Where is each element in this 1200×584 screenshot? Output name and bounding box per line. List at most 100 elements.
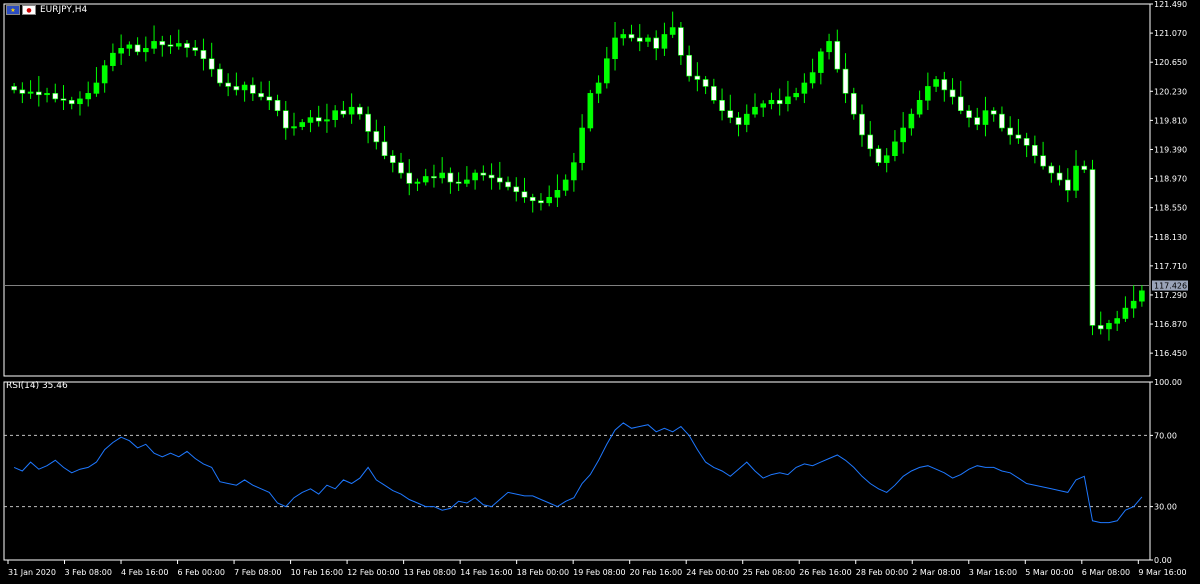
- candle-body: [966, 110, 972, 118]
- candle-body: [1040, 155, 1046, 167]
- candle-body: [892, 141, 898, 157]
- candle-body: [282, 110, 289, 129]
- candle-body: [68, 99, 75, 105]
- candle-body: [505, 181, 511, 188]
- candle-body: [612, 37, 618, 60]
- rsi-frame: [3, 381, 1151, 561]
- candle-body: [365, 113, 371, 132]
- candle-body: [900, 127, 906, 143]
- candle-body: [702, 79, 709, 87]
- price-tick-label: 118.970: [1154, 175, 1187, 184]
- candle-body: [776, 99, 783, 105]
- candle-body: [274, 99, 281, 111]
- x-tick-label: 4 Feb 16:00: [121, 568, 168, 577]
- candle-body: [348, 106, 355, 115]
- candle-body: [579, 127, 585, 163]
- candle-body: [957, 96, 964, 111]
- candle-body: [686, 54, 692, 77]
- price-tick-label: 116.450: [1154, 349, 1187, 358]
- candle-body: [546, 196, 552, 204]
- candle-body: [801, 82, 808, 94]
- symbol-title: EURJPY,H4: [40, 5, 88, 15]
- candle-body: [645, 37, 651, 42]
- candle-body: [521, 191, 528, 198]
- candle-body: [694, 75, 701, 80]
- x-tick-label: 13 Feb 08:00: [404, 568, 456, 577]
- candle-body: [587, 93, 594, 129]
- candle-body: [628, 34, 635, 39]
- x-tick-label: 18 Feb 00:00: [517, 568, 569, 577]
- candle-body: [19, 89, 26, 94]
- x-tick-label: 2 Mar 08:00: [912, 568, 960, 577]
- candle-body: [513, 186, 520, 193]
- candle-body: [1015, 134, 1022, 139]
- candle-body: [431, 176, 437, 179]
- candle-body: [299, 122, 306, 127]
- candle-body: [291, 126, 297, 129]
- candle-body: [1106, 323, 1112, 330]
- candle-body: [27, 91, 34, 94]
- candle-body: [785, 96, 791, 105]
- candle-body: [472, 172, 478, 181]
- candle-body: [562, 179, 569, 191]
- candle-body: [406, 172, 413, 184]
- candle-body: [192, 47, 199, 51]
- candle-body: [85, 93, 92, 100]
- candle-body: [1081, 165, 1088, 170]
- candle-body: [1139, 290, 1145, 302]
- candle-body: [941, 79, 948, 91]
- price-tick-label: 117.290: [1154, 291, 1187, 300]
- candle-body: [538, 200, 544, 204]
- current-price-label: 117.426: [1154, 282, 1187, 291]
- candle-body: [101, 65, 108, 84]
- candle-body: [908, 113, 915, 129]
- candle-body: [842, 68, 849, 94]
- candle-body: [768, 99, 775, 105]
- candle-body: [933, 79, 939, 87]
- candle-body: [480, 172, 487, 176]
- jp-flag-icon: ●: [22, 5, 36, 15]
- x-tick-label: 3 Feb 08:00: [65, 568, 112, 577]
- candle-body: [529, 196, 536, 202]
- x-tick-label: 7 Feb 08:00: [234, 568, 281, 577]
- price-tick-label: 119.810: [1154, 116, 1187, 125]
- candle-body: [661, 34, 668, 49]
- candle-body: [711, 86, 717, 101]
- x-tick-label: 6 Feb 00:00: [178, 568, 225, 577]
- candle-body: [241, 84, 248, 91]
- candle-body: [867, 134, 874, 150]
- candle-body: [1048, 165, 1055, 174]
- candle-body: [422, 176, 429, 183]
- candle-body: [604, 58, 610, 84]
- candle-body: [398, 162, 404, 174]
- candle-body: [126, 44, 133, 49]
- candle-body: [653, 37, 660, 49]
- candle-body: [1122, 307, 1129, 319]
- x-tick-label: 24 Feb 00:00: [686, 568, 738, 577]
- candle-body: [233, 86, 240, 91]
- candle-body: [184, 43, 190, 48]
- x-tick-label: 19 Feb 08:00: [573, 568, 625, 577]
- candle-body: [1064, 179, 1071, 191]
- candle-body: [999, 113, 1005, 129]
- candle-body: [850, 93, 857, 115]
- x-tick-label: 6 Mar 08:00: [1082, 568, 1130, 577]
- x-tick-label: 5 Mar 00:00: [1025, 568, 1073, 577]
- candle-body: [925, 86, 931, 101]
- candle-body: [949, 89, 956, 98]
- x-tick-label: 28 Feb 00:00: [856, 568, 908, 577]
- price-tick-label: 121.070: [1154, 29, 1187, 38]
- candle-body: [208, 58, 215, 70]
- candle-body: [727, 110, 734, 118]
- price-tick-label: 118.130: [1154, 233, 1187, 242]
- candle-body: [793, 93, 799, 98]
- price-tick-label: 120.230: [1154, 87, 1187, 96]
- candle-body: [809, 72, 816, 84]
- candle-body: [859, 113, 865, 136]
- x-tick-label: 3 Mar 16:00: [969, 568, 1017, 577]
- candle-body: [60, 98, 67, 101]
- price-tick-label: 121.490: [1154, 0, 1187, 9]
- candle-body: [217, 68, 223, 84]
- candle-body: [620, 34, 627, 39]
- candle-body: [554, 190, 561, 198]
